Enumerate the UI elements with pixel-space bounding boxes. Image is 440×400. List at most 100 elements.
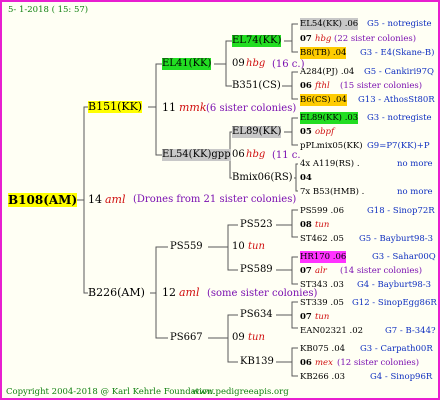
- gen4-line: G18 - Sinop72R: [367, 206, 435, 216]
- gen3-a1-queen[interactable]: EL74(KK): [232, 35, 282, 47]
- connector: [276, 301, 298, 329]
- gen3-c1-queen[interactable]: PS523: [240, 219, 273, 231]
- gen2-a-breeder: hbg: [246, 58, 266, 69]
- gen3-d1-queen[interactable]: PS634: [240, 309, 273, 321]
- gen4-queen[interactable]: B8(TB) .04: [300, 47, 347, 59]
- root-note: (Drones from 21 sister colonies): [133, 194, 297, 205]
- gen2-d-breeder: tun: [248, 332, 265, 343]
- connector: [83, 200, 88, 294]
- gen2-a-year: 09: [232, 58, 245, 69]
- connector: [294, 163, 298, 192]
- gen4-queen[interactable]: pPLmix05(KK): [300, 140, 363, 152]
- gen4-queen[interactable]: EL54(KK) .06: [300, 18, 359, 30]
- gen4-year: 04: [300, 173, 312, 183]
- gen4-queen[interactable]: PS599 .06: [300, 205, 344, 217]
- connector: [284, 23, 298, 53]
- gen2-b-queen[interactable]: EL54(KK)gpp: [162, 149, 231, 161]
- gen4-year: 06: [300, 358, 312, 368]
- connector: [148, 63, 162, 108]
- gen4-breeder: alr: [315, 266, 327, 276]
- gen2-d-year: 09: [232, 332, 245, 343]
- gen4-queen[interactable]: EL89(KK) .03: [300, 112, 359, 124]
- gen4-year: 07: [300, 34, 312, 44]
- gen4-line: G5 - Bayburt98-3: [359, 234, 434, 244]
- connector: [214, 40, 232, 65]
- gen4-breeder: fthl: [315, 81, 330, 91]
- gen4-line: G4 - Bayburt98-3: [357, 280, 432, 290]
- gen1-top-breeder: mmk: [179, 101, 207, 114]
- gen4-year: 08: [300, 220, 312, 230]
- gen2-c-breeder: tun: [248, 241, 265, 252]
- gen4-line: G13 - AthosSt80R: [358, 95, 435, 105]
- gen4-queen[interactable]: EAN02321 .02: [300, 325, 363, 337]
- gen1-top-year: 11: [162, 101, 176, 114]
- gen4-note: (22 sister colonies): [334, 34, 417, 44]
- gen4-breeder: mex: [315, 358, 333, 368]
- gen4-note: (14 sister colonies): [340, 266, 423, 276]
- gen4-queen[interactable]: ST343 .03: [300, 279, 344, 291]
- gen4-line: no more: [397, 187, 433, 197]
- gen3-a2-queen[interactable]: B351(CS): [232, 80, 281, 92]
- gen4-year: 05: [300, 127, 312, 137]
- print-date: 5- 1-2018 ( 15: 57): [8, 5, 89, 15]
- gen4-line: G3 - E4(Skane-B): [360, 48, 435, 58]
- gen4-line: G3 - Carpath00R: [360, 344, 433, 354]
- gen4-line: G9=P7(KK)+P: [367, 141, 430, 151]
- gen4-line: G3 - Sahar00Q: [372, 252, 436, 262]
- gen2-c-queen[interactable]: PS559: [170, 241, 203, 253]
- connector: [155, 293, 168, 339]
- gen3-c2-queen[interactable]: PS589: [240, 264, 273, 276]
- gen2-c-year: 10: [232, 241, 245, 252]
- gen1-bottom-year: 12: [162, 286, 176, 299]
- gen4-breeder: tun: [315, 220, 330, 230]
- gen4-queen[interactable]: KB075 .04: [300, 343, 345, 355]
- connector: [276, 256, 298, 285]
- gen4-note: (12 sister colonies): [337, 358, 420, 368]
- root-queen[interactable]: B108(AM): [8, 193, 78, 207]
- gen4-queen[interactable]: 7x B53(HMB) .: [300, 186, 364, 198]
- gen4-line: G4 - Sinop96R: [370, 372, 433, 382]
- gen4-line: G5 - Cankiri97Q: [364, 67, 434, 77]
- connector: [76, 106, 88, 201]
- gen4-note: (15 sister colonies): [340, 81, 423, 91]
- gen4-line: G12 - SinopEgg86R: [352, 298, 437, 308]
- gen4-queen[interactable]: KB266 .03: [300, 371, 345, 383]
- gen3-b1-queen[interactable]: EL89(KK): [232, 126, 282, 138]
- gen4-year: 07: [300, 312, 312, 322]
- gen2-a-queen[interactable]: EL41(KK): [162, 58, 212, 70]
- gen4-breeder: obpf: [315, 127, 335, 137]
- gen1-top-note: (6 sister colonies): [206, 103, 297, 114]
- gen4-line: G3 - notregiste: [367, 113, 432, 123]
- gen2-b-year: 06: [232, 149, 245, 160]
- gen4-queen[interactable]: A284(PJ) .04: [300, 66, 354, 78]
- site-link[interactable]: www.pedigreeapis.org: [192, 386, 289, 398]
- gen4-queen[interactable]: 4x A119(RS) .: [300, 158, 360, 170]
- gen1-bottom-breeder: aml: [179, 286, 200, 299]
- gen4-year: 07: [300, 266, 312, 276]
- gen4-line: no more: [397, 159, 433, 169]
- gen4-line: G5 - notregiste: [367, 19, 432, 29]
- connector: [155, 107, 162, 156]
- gen4-queen[interactable]: ST339 .05: [300, 297, 344, 309]
- gen4-queen[interactable]: B6(CS) .04: [300, 94, 347, 106]
- copyright-text: Copyright 2004-2018 @ Karl Kehrle Founda…: [6, 387, 216, 397]
- gen4-breeder: hbg: [315, 34, 332, 44]
- connector: [282, 71, 298, 100]
- connector: [276, 347, 298, 377]
- gen1-bottom-queen[interactable]: B226(AM): [88, 287, 145, 299]
- root-year: 14: [88, 193, 102, 206]
- gen3-b2-queen[interactable]: Bmix06(RS): [232, 172, 293, 184]
- gen3-d2-queen[interactable]: KB139: [240, 356, 274, 368]
- gen4-queen[interactable]: HR170 .06: [300, 251, 347, 263]
- gen2-b-breeder: hbg: [246, 149, 266, 160]
- pedigree-frame: { "header": {"date": "5- 1-2018 ( 15: 57…: [0, 0, 440, 400]
- gen4-queen[interactable]: ST462 .05: [300, 233, 344, 245]
- connector: [284, 117, 298, 146]
- gen4-year: 06: [300, 81, 312, 91]
- gen2-d-queen[interactable]: PS667: [170, 332, 203, 344]
- root-breeder: aml: [105, 193, 126, 206]
- gen2-b-note: (11 c.: [272, 150, 301, 161]
- connector: [276, 209, 298, 238]
- gen1-top-queen[interactable]: B151(KK): [88, 101, 143, 113]
- gen4-line: G7 - B-344?: [385, 326, 436, 336]
